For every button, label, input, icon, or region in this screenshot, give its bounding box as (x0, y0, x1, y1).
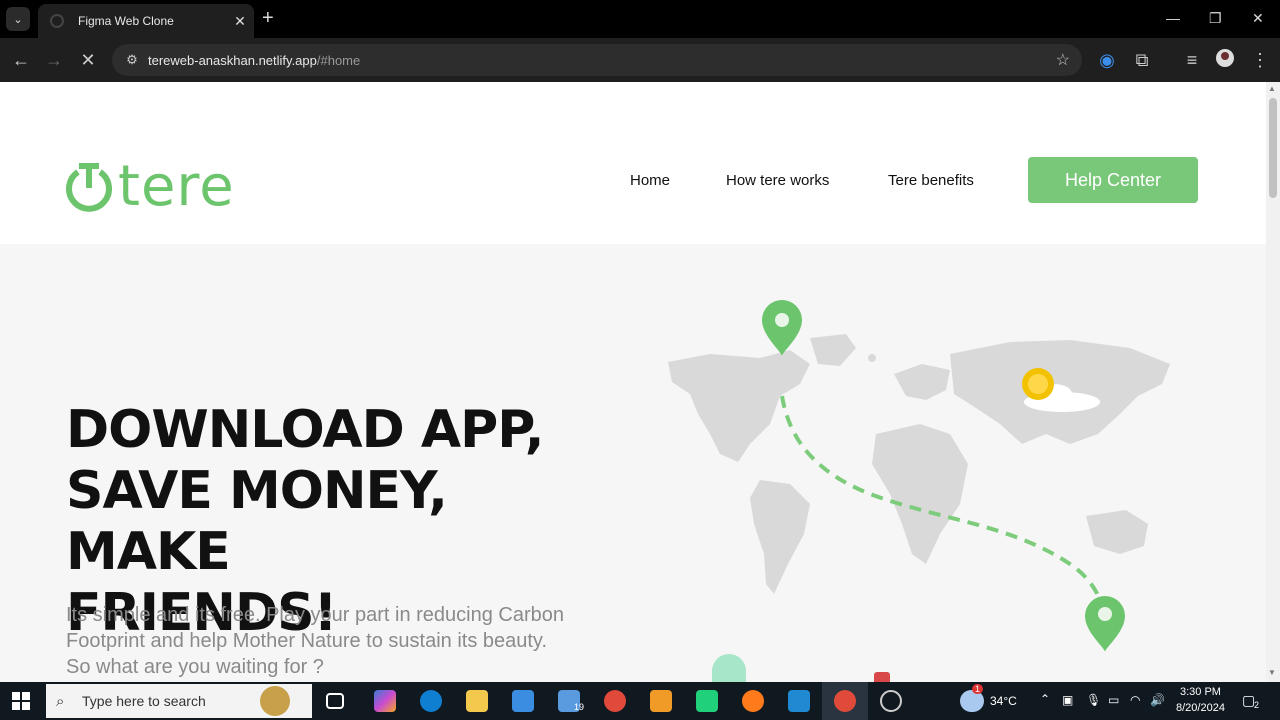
tab-close-icon[interactable]: ✕ (226, 13, 254, 30)
close-window-icon[interactable]: ✕ (1252, 10, 1264, 27)
page-scrollbar[interactable]: ▲ ▼ (1266, 82, 1280, 682)
search-highlight-icon (260, 686, 290, 716)
logo-text: tere (118, 154, 235, 219)
url-host: tereweb-anaskhan.netlify.app (148, 52, 317, 68)
profile-avatar-icon[interactable] (1213, 48, 1237, 74)
mail-badge: 19 (574, 702, 585, 712)
tree-decoration (712, 654, 746, 682)
windows-start-icon[interactable] (12, 692, 30, 710)
tere-logo[interactable]: tere (64, 154, 235, 219)
search-icon: ⌕ (56, 692, 65, 710)
edge-icon[interactable] (420, 690, 442, 712)
browser-toolbar: ← → ✕ ⚙ tereweb-anaskhan.netlify.app/#ho… (0, 38, 1280, 82)
end-location-pin-icon (1085, 596, 1125, 652)
volume-icon[interactable]: 🔊 (1150, 693, 1165, 707)
forward-arrow-icon[interactable]: → (42, 48, 66, 72)
scroll-up-arrow-icon[interactable]: ▲ (1268, 84, 1276, 93)
weather-badge: 1 (972, 684, 984, 694)
world-map-illustration (668, 300, 1170, 652)
tab-title: Figma Web Clone (78, 14, 174, 28)
wifi-icon[interactable]: ◠ (1130, 693, 1140, 707)
browser-tab-bar: ⌄ Figma Web Clone ✕ + — ❐ ✕ (0, 0, 1280, 38)
tray-expand-icon[interactable]: ⌃ (1040, 692, 1050, 706)
battery-icon[interactable]: ▭ (1108, 693, 1119, 707)
pycharm-icon[interactable] (696, 690, 718, 712)
red-decoration (874, 672, 890, 682)
hero-subtitle: Its simple and its free. Play your part … (66, 604, 565, 678)
vscode-icon[interactable] (788, 690, 810, 712)
back-arrow-icon[interactable]: ← (9, 48, 33, 72)
file-explorer-icon[interactable] (466, 690, 488, 712)
extension-copilot-icon[interactable]: ◉ (1095, 48, 1119, 72)
tab-loading-favicon-icon (50, 14, 64, 28)
taskbar-search-box[interactable]: ⌕ Type here to search (46, 684, 312, 718)
url-path: /#home (316, 52, 361, 68)
scroll-thumb[interactable] (1269, 98, 1277, 198)
microsoft-store-icon[interactable] (512, 690, 534, 712)
web-page: tere Home How tere works Tere benefits H… (0, 82, 1266, 682)
extensions-puzzle-icon[interactable]: ⧉ (1130, 48, 1154, 72)
start-location-pin-icon (762, 300, 802, 356)
hero-title-line-1: DOWNLOAD APP, (66, 400, 545, 460)
copilot-icon[interactable] (374, 690, 396, 712)
chrome-icon[interactable] (604, 690, 626, 712)
new-tab-plus-icon[interactable]: + (262, 8, 274, 28)
minimize-icon[interactable]: — (1166, 10, 1180, 26)
site-header: tere Home How tere works Tere benefits H… (0, 82, 1266, 244)
site-info-icon[interactable]: ⚙ (122, 52, 142, 68)
scroll-down-arrow-icon[interactable]: ▼ (1268, 668, 1276, 677)
taskbar-search-placeholder: Type here to search (82, 693, 206, 709)
firefox-icon[interactable] (742, 690, 764, 712)
hero-title-line-2: SAVE MONEY, MAKE (66, 461, 448, 582)
stop-loading-icon[interactable]: ✕ (76, 48, 100, 72)
windows-taskbar: ⌕ Type here to search 19 1 34°C ⌃ ▣ 🎙 ▭ … (0, 682, 1280, 720)
hero-section: DOWNLOAD APP, SAVE MONEY, MAKE FRIENDS! … (0, 244, 1266, 682)
media-control-icon[interactable]: ≡ (1180, 48, 1204, 72)
nav-tere-benefits[interactable]: Tere benefits (888, 172, 974, 189)
notification-count: 2 (1254, 700, 1260, 710)
browser-menu-icon[interactable]: ⋮ (1248, 48, 1272, 72)
clock-time[interactable]: 3:30 PM (1180, 686, 1221, 698)
tab-search-chevron-icon[interactable]: ⌄ (6, 7, 30, 31)
bookmark-star-icon[interactable]: ☆ (1056, 50, 1070, 70)
help-center-button[interactable]: Help Center (1028, 157, 1198, 203)
obs-icon[interactable] (880, 690, 902, 712)
temperature: 34°C (990, 694, 1017, 708)
nav-home[interactable]: Home (630, 172, 670, 189)
restore-icon[interactable]: ❐ (1209, 10, 1222, 27)
power-logo-icon (66, 162, 112, 212)
microphone-icon[interactable]: 🎙 (1086, 693, 1101, 707)
chrome-active-icon[interactable] (834, 690, 856, 712)
clock-date[interactable]: 8/20/2024 (1176, 702, 1225, 714)
sublime-text-icon[interactable] (650, 690, 672, 712)
browser-tab[interactable]: Figma Web Clone ✕ (38, 4, 254, 38)
meet-now-icon[interactable]: ▣ (1062, 693, 1073, 707)
nav-how-tere-works[interactable]: How tere works (726, 172, 829, 189)
address-bar[interactable]: ⚙ tereweb-anaskhan.netlify.app/#home ☆ (112, 44, 1082, 76)
task-view-icon[interactable] (326, 693, 344, 709)
